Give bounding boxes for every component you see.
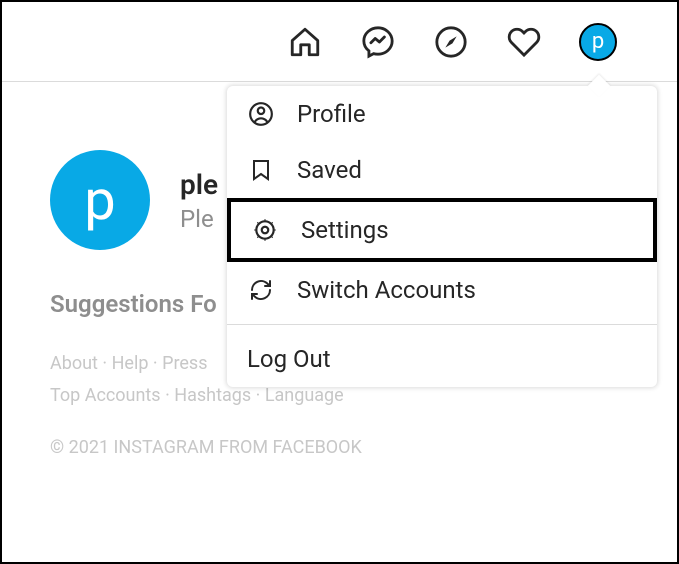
dropdown-item-saved[interactable]: Saved: [227, 142, 657, 198]
profile-avatar-button[interactable]: p: [579, 23, 617, 61]
copyright: © 2021 INSTAGRAM FROM FACEBOOK: [50, 437, 629, 458]
footer-link-press[interactable]: Press: [162, 353, 207, 374]
heart-icon[interactable]: [506, 24, 542, 60]
dropdown-item-profile[interactable]: Profile: [227, 86, 657, 142]
messenger-icon[interactable]: [360, 24, 396, 60]
profile-info: ple Ple: [180, 168, 218, 233]
avatar-initial: p: [592, 29, 604, 54]
person-icon: [247, 100, 275, 128]
dropdown-item-settings[interactable]: Settings: [227, 198, 657, 262]
dropdown-item-label: Switch Accounts: [297, 276, 476, 304]
footer-link-about[interactable]: About: [50, 353, 98, 374]
username[interactable]: ple: [180, 168, 218, 201]
footer-link-help[interactable]: Help: [112, 353, 149, 374]
home-icon[interactable]: [287, 24, 323, 60]
footer-link-language[interactable]: Language: [265, 385, 344, 406]
profile-dropdown: Profile Saved Settings Switch Accounts L…: [227, 86, 657, 387]
footer-link-hashtags[interactable]: Hashtags: [174, 385, 251, 406]
avatar-initial: p: [84, 167, 115, 233]
dropdown-item-label: Log Out: [247, 345, 331, 373]
footer-link-top-accounts[interactable]: Top Accounts: [50, 385, 161, 406]
header: p: [2, 2, 677, 82]
display-name: Ple: [180, 205, 218, 233]
profile-avatar[interactable]: p: [50, 150, 150, 250]
bookmark-icon: [247, 156, 275, 184]
dropdown-item-logout[interactable]: Log Out: [227, 331, 657, 387]
dropdown-item-label: Saved: [297, 156, 362, 184]
compass-icon[interactable]: [433, 24, 469, 60]
separator: [227, 324, 657, 325]
dropdown-item-label: Profile: [297, 100, 366, 128]
dropdown-item-switch-accounts[interactable]: Switch Accounts: [227, 262, 657, 318]
gear-icon: [251, 216, 279, 244]
refresh-icon: [247, 276, 275, 304]
dropdown-item-label: Settings: [301, 216, 389, 244]
